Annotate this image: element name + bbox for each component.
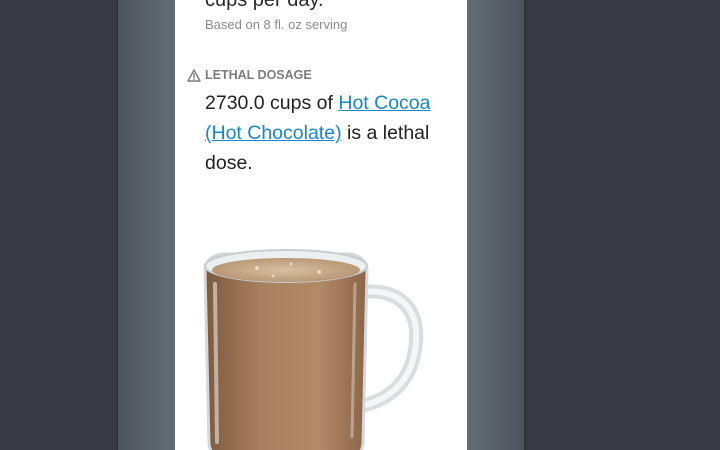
screen: cups per day. Based on 8 fl. oz serving … [0, 0, 720, 450]
warning-triangle-icon [187, 68, 201, 82]
serving-note: Based on 8 fl. oz serving [205, 17, 348, 32]
lethal-dose-statement: 2730.0 cups of Hot Cocoa (Hot Chocolate)… [205, 88, 457, 178]
content-page[interactable]: cups per day. Based on 8 fl. oz serving … [175, 0, 467, 450]
lethal-dosage-label: LETHAL DOSAGE [205, 68, 312, 82]
hot-cocoa-image [201, 232, 431, 450]
cups-per-day-text: cups per day. [205, 0, 324, 11]
lethal-dosage-header: LETHAL DOSAGE [187, 67, 312, 83]
lethal-amount-text: 2730.0 cups of [205, 92, 339, 114]
